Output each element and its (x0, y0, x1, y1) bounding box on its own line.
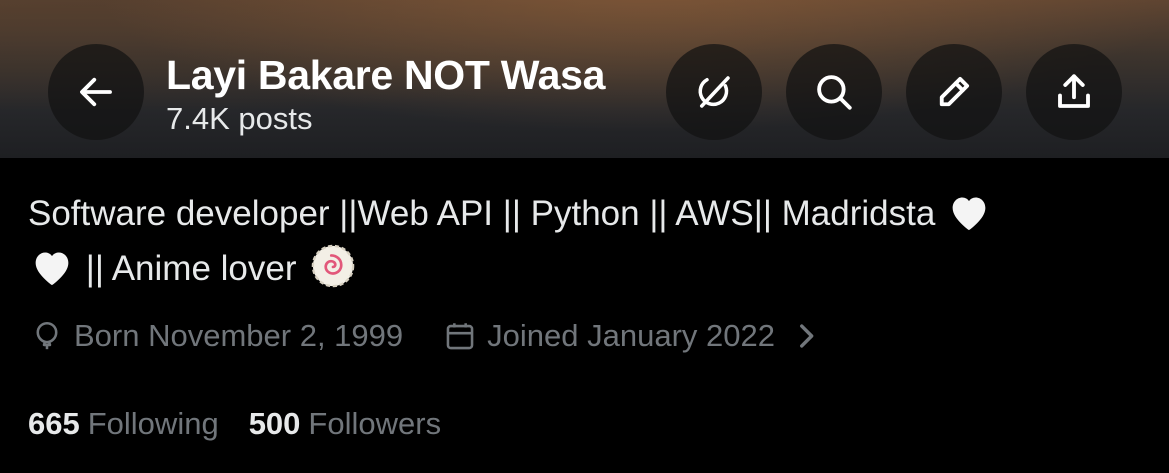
white-heart-icon (35, 252, 69, 286)
search-icon (817, 75, 852, 110)
edit-button[interactable] (906, 44, 1002, 140)
header-title-block: Layi Bakare NOT Wasa 7.4K posts (166, 52, 706, 137)
posts-count: 7.4K posts (166, 101, 313, 136)
following-label: Following (87, 406, 219, 441)
profile-meta: Born November 2, 1999 Joined January 202… (30, 318, 833, 354)
share-upload-icon (1058, 74, 1090, 108)
following-count: 665 (28, 406, 80, 441)
search-button[interactable] (786, 44, 882, 140)
share-button[interactable] (1026, 44, 1122, 140)
joined-date[interactable]: Joined January 2022 (443, 318, 833, 354)
bio-line-2: || Anime lover (85, 249, 297, 288)
grok-button[interactable] (666, 44, 762, 140)
calendar-icon (446, 323, 474, 350)
birthdate-text: Born November 2, 1999 (74, 318, 404, 353)
profile-bio: Software developer ||Web API || Python |… (28, 186, 1148, 296)
profile-header: Layi Bakare NOT Wasa 7.4K posts (0, 0, 1169, 158)
followers-label: Followers (308, 406, 442, 441)
grok-icon (698, 76, 730, 108)
chevron-right-icon (800, 324, 814, 348)
fish-cake-icon (311, 244, 355, 288)
profile-display-name: Layi Bakare NOT Wasa (166, 52, 606, 98)
following-link[interactable]: 665 Following (28, 406, 219, 442)
followers-count: 500 (248, 406, 301, 441)
bio-line-1: Software developer ||Web API || Python |… (28, 194, 936, 233)
back-button[interactable] (48, 44, 144, 140)
followers-link[interactable]: 500 Followers (249, 406, 441, 442)
birthdate: Born November 2, 1999 (30, 318, 403, 354)
joined-date-text: Joined January 2022 (487, 318, 775, 353)
pencil-icon (939, 76, 970, 107)
follow-stats: 665 Following 500 Followers (28, 406, 441, 442)
arrow-left-icon (80, 77, 112, 107)
balloon-icon (36, 321, 58, 350)
white-heart-icon (952, 197, 986, 231)
